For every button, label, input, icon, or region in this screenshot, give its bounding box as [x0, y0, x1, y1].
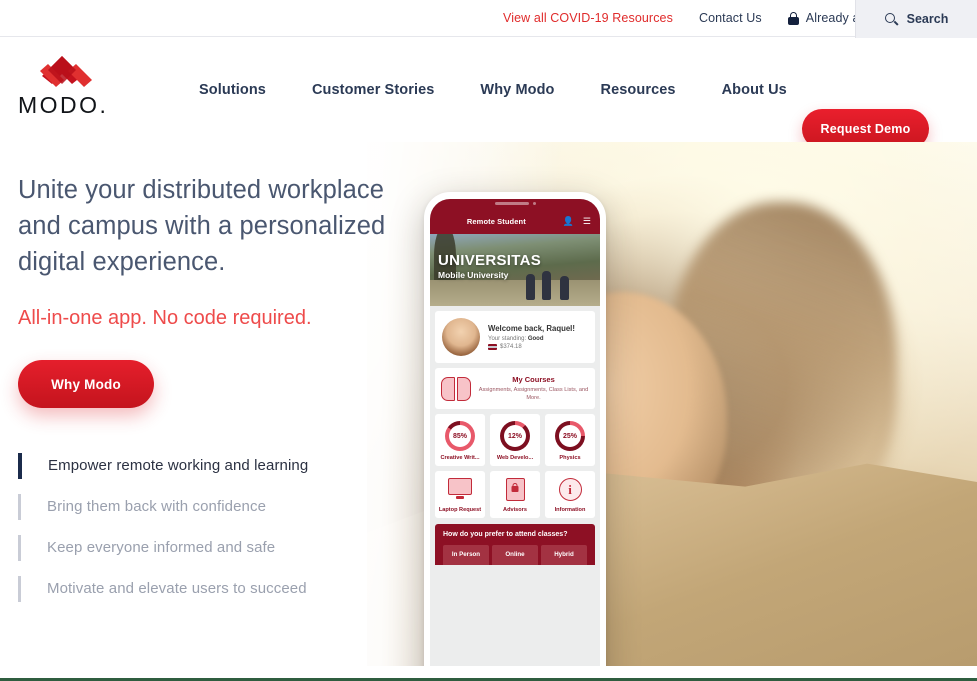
modo-logo[interactable]: MODO. — [18, 54, 138, 119]
action-label-1: Laptop Request — [438, 507, 482, 513]
person-icon[interactable]: 👤 — [563, 216, 574, 226]
action-tile-laptop-request[interactable]: Laptop Request — [435, 471, 485, 518]
monitor-icon — [448, 478, 472, 502]
feature-item-3[interactable]: Keep everyone informed and safe — [18, 527, 418, 568]
my-courses-title: My Courses — [512, 375, 555, 384]
progress-label-2: Web Develo... — [496, 455, 534, 461]
progress-ring-1: 85% — [445, 421, 475, 451]
phone-notch — [430, 199, 600, 208]
feature-label-1: Empower remote working and learning — [48, 457, 309, 474]
action-label-2: Advisors — [503, 507, 527, 513]
progress-label-3: Physics — [559, 455, 581, 461]
page-root: View all COVID-19 Resources Contact Us A… — [0, 0, 977, 681]
balance-row: $374.18 — [488, 343, 575, 350]
app-header: Remote Student 👤 ☰ — [430, 208, 600, 234]
phone-screen: Remote Student 👤 ☰ UNIVERSITAS Mobile Un… — [430, 199, 600, 666]
info-circle-icon: i — [558, 478, 582, 502]
app-banner-subtitle: Mobile University — [438, 270, 509, 280]
nav-item-resources[interactable]: Resources — [601, 82, 676, 98]
standing-value: Good — [527, 335, 544, 342]
standing-row: Your standing: Good — [488, 336, 575, 342]
main-navigation: MODO. Solutions Customer Stories Why Mod… — [0, 38, 977, 149]
utility-bar: View all COVID-19 Resources Contact Us A… — [0, 0, 977, 37]
feature-indicator-bar — [18, 534, 21, 561]
progress-tile-3[interactable]: 25% Physics — [545, 414, 595, 466]
hero-feature-list: Empower remote working and learning Brin… — [18, 445, 418, 609]
action-label-3: Information — [554, 507, 586, 513]
hero-content: Unite your distributed workplace and cam… — [18, 172, 418, 609]
action-tile-row: Laptop Request Advisors i Information — [435, 471, 595, 518]
card-icon — [488, 343, 497, 350]
feature-item-2[interactable]: Bring them back with confidence — [18, 486, 418, 527]
feature-item-1[interactable]: Empower remote working and learning — [18, 445, 418, 486]
poll-option-online[interactable]: Online — [492, 545, 538, 565]
progress-value-1: 85% — [449, 425, 471, 447]
hero-section: Unite your distributed workplace and cam… — [0, 142, 977, 666]
utility-link-covid[interactable]: View all COVID-19 Resources — [503, 11, 673, 25]
phone-mockup: Remote Student 👤 ☰ UNIVERSITAS Mobile Un… — [424, 192, 606, 666]
feature-label-3: Keep everyone informed and safe — [47, 539, 276, 556]
app-welcome-card: Welcome back, Raquel! Your standing: Goo… — [435, 311, 595, 363]
nav-item-customer-stories[interactable]: Customer Stories — [312, 82, 434, 98]
feature-label-2: Bring them back with confidence — [47, 498, 267, 515]
my-courses-card[interactable]: My Courses Assignments, Assignments, Cla… — [435, 368, 595, 409]
poll-option-hybrid[interactable]: Hybrid — [541, 545, 587, 565]
search-button[interactable]: Search — [855, 0, 977, 38]
notebook-lock-icon — [503, 478, 527, 502]
progress-tile-1[interactable]: 85% Creative Writ... — [435, 414, 485, 466]
balance-amount: $374.18 — [500, 343, 522, 350]
hamburger-menu-icon[interactable]: ☰ — [583, 216, 591, 226]
user-avatar — [442, 318, 480, 356]
action-tile-information[interactable]: i Information — [545, 471, 595, 518]
welcome-greeting: Welcome back, Raquel! — [488, 324, 575, 334]
lock-icon — [787, 11, 799, 25]
standing-label: Your standing: — [488, 335, 527, 342]
poll-option-in-person[interactable]: In Person — [443, 545, 489, 565]
action-tile-advisors[interactable]: Advisors — [490, 471, 540, 518]
hero-subheadline: All-in-one app. No code required. — [18, 307, 312, 329]
poll-options: In Person Online Hybrid — [443, 545, 587, 565]
progress-ring-3: 25% — [555, 421, 585, 451]
poll-question: How do you prefer to attend classes? — [443, 531, 568, 538]
modo-wordmark: MODO. — [18, 92, 109, 118]
feature-indicator-bar — [18, 452, 22, 479]
progress-tile-row: 85% Creative Writ... 12% Web Develo... 2… — [435, 414, 595, 466]
modo-chevron-logo-icon — [26, 54, 98, 88]
feature-item-4[interactable]: Motivate and elevate users to succeed — [18, 568, 418, 609]
progress-value-2: 12% — [504, 425, 526, 447]
open-book-icon — [441, 376, 471, 401]
progress-ring-2: 12% — [500, 421, 530, 451]
why-modo-button[interactable]: Why Modo — [18, 360, 154, 408]
nav-item-about-us[interactable]: About Us — [722, 82, 787, 98]
feature-label-4: Motivate and elevate users to succeed — [47, 580, 307, 597]
nav-item-why-modo[interactable]: Why Modo — [480, 82, 554, 98]
progress-label-1: Creative Writ... — [440, 455, 480, 461]
progress-value-3: 25% — [559, 425, 581, 447]
app-banner-title: UNIVERSITAS — [438, 252, 542, 269]
app-campus-banner: UNIVERSITAS Mobile University — [430, 234, 600, 306]
hero-headline: Unite your distributed workplace and cam… — [18, 176, 386, 276]
my-courses-subtitle: Assignments, Assignments, Class Lists, a… — [478, 387, 589, 401]
utility-link-contact[interactable]: Contact Us — [699, 11, 762, 25]
feature-indicator-bar — [18, 575, 21, 602]
search-icon — [884, 12, 899, 26]
search-label: Search — [906, 12, 949, 26]
feature-indicator-bar — [18, 493, 21, 520]
app-header-title: Remote Student — [466, 216, 526, 226]
nav-links: Solutions Customer Stories Why Modo Reso… — [199, 38, 787, 142]
nav-item-solutions[interactable]: Solutions — [199, 82, 266, 98]
progress-tile-2[interactable]: 12% Web Develo... — [490, 414, 540, 466]
poll-card: How do you prefer to attend classes? In … — [435, 524, 595, 565]
